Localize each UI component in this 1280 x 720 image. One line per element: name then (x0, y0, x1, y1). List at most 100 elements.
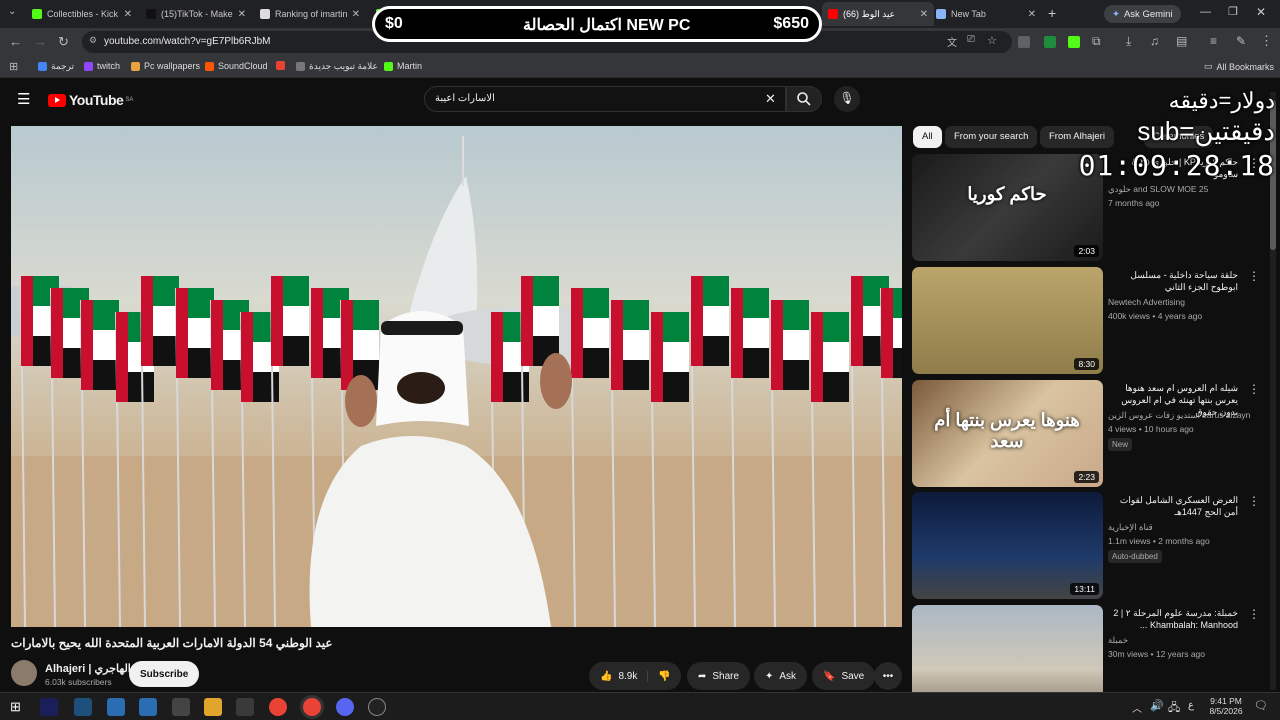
extension-icon[interactable] (1068, 36, 1080, 48)
new-tab-button[interactable]: + (1048, 5, 1056, 21)
extension-icon[interactable] (1018, 36, 1030, 48)
apps-grid-icon[interactable]: ⊞ (9, 60, 18, 73)
all-bookmarks-button[interactable]: ▭ All Bookmarks (1204, 61, 1274, 72)
subscribe-button[interactable]: Subscribe (129, 661, 200, 687)
filter-chip[interactable]: All (913, 126, 942, 148)
recommendation-title[interactable]: حلقة سياحة داخلية - مسلسل ابوطوح الجزء ا… (1108, 269, 1238, 293)
recommendation-channel[interactable]: حلودي and SLOW MOE 25 (1108, 184, 1208, 195)
guide-menu-icon[interactable]: ☰ (17, 90, 30, 108)
profile-icon[interactable]: ✎ (1236, 34, 1246, 48)
site-info-icon[interactable]: ⚙ (89, 35, 97, 46)
browser-tab[interactable]: (15)TikTok - Make ✕ (140, 2, 252, 26)
bookmark-item[interactable]: Pc wallpapers (131, 61, 200, 71)
minimize-button[interactable]: — (1200, 6, 1211, 18)
channel-avatar[interactable] (11, 660, 37, 686)
recommendation-item[interactable]: 8:30 حلقة سياحة داخلية - مسلسل ابوطوح الج… (912, 267, 1262, 375)
browser-tab[interactable]: Ranking of imartin ✕ (254, 2, 366, 26)
video-thumbnail[interactable]: 8:30 (912, 267, 1103, 374)
recommendation-item[interactable]: هنوها يعرس بنتها أم سعد 2:23 شيله ام العرو… (912, 380, 1262, 488)
bookmark-star-icon[interactable]: ☆ (987, 34, 997, 47)
store-bag-icon[interactable] (236, 698, 254, 716)
app-icon[interactable] (172, 698, 190, 716)
app-v-icon[interactable] (74, 698, 92, 716)
recommendation-title[interactable]: خمبلة: مدرسة علوم المرحلة ٢ | 2 Khambala… (1108, 607, 1238, 631)
close-tab-icon[interactable]: ✕ (238, 9, 246, 20)
close-window-button[interactable]: ✕ (1256, 5, 1266, 19)
file-explorer-icon[interactable] (204, 698, 222, 716)
browser-tab[interactable]: Collectibles - Kick ✕ (26, 2, 138, 26)
search-input[interactable]: الاسارات اعيبة ✕ (424, 86, 786, 112)
bookmark-item[interactable] (276, 61, 289, 70)
dislike-button[interactable]: 👎 (648, 671, 670, 682)
tab-groups-icon[interactable]: ≡ (1210, 34, 1217, 48)
bookmark-favicon-icon (38, 62, 47, 71)
obs-icon[interactable] (368, 698, 386, 716)
calculator-icon[interactable] (107, 698, 125, 716)
tray-chevron-icon[interactable]: ︿ (1132, 700, 1142, 715)
reload-icon[interactable]: ↻ (58, 34, 69, 50)
store-icon[interactable] (139, 698, 157, 716)
volume-icon[interactable]: 🔊 (1150, 699, 1164, 712)
cast-icon[interactable]: ⎚ (967, 34, 975, 45)
recommendation-channel[interactable]: خمبلة (1108, 635, 1128, 646)
chrome-active-icon[interactable] (303, 698, 321, 716)
recommendation-channel[interactable]: Newtech Advertising (1108, 297, 1185, 307)
browser-tab[interactable]: (66) عيد الوط ✕ (822, 2, 934, 26)
clear-search-icon[interactable]: ✕ (765, 91, 776, 107)
more-vertical-icon[interactable]: ⋮ (1248, 494, 1260, 508)
notifications-icon[interactable]: 🗨 (1254, 699, 1268, 712)
restore-button[interactable]: ❐ (1228, 5, 1238, 18)
youtube-logo[interactable]: YouTube SA (48, 92, 133, 108)
discord-icon[interactable] (336, 698, 354, 716)
close-tab-icon[interactable]: ✕ (352, 9, 360, 20)
video-player[interactable] (11, 126, 902, 627)
like-button[interactable]: 👍 8.9k (600, 670, 649, 682)
rate-dollar-text: دولار=دقيقه (1168, 88, 1275, 113)
more-vertical-icon[interactable]: ⋮ (1248, 607, 1260, 621)
close-tab-icon[interactable]: ✕ (1028, 9, 1036, 20)
recommendation-channel[interactable]: استديو زفات عروس الزين earus alzayn (1108, 410, 1250, 421)
channel-name[interactable]: Alhajeri | الهاجري (45, 662, 131, 675)
bookmark-item[interactable]: ترجمة (38, 61, 74, 72)
goal-label: NEW PC اكتمال الحصالة (523, 17, 691, 34)
search-button[interactable] (786, 86, 822, 112)
more-vertical-icon[interactable]: ⋮ (1248, 269, 1260, 283)
input-language[interactable]: ع (1188, 700, 1194, 711)
extensions-puzzle-icon[interactable]: ⧉ (1092, 34, 1101, 49)
back-icon[interactable]: ← (9, 34, 22, 49)
media-icon[interactable]: ♫ (1150, 34, 1159, 48)
close-tab-icon[interactable]: ✕ (124, 9, 132, 20)
bookmark-item[interactable]: علامة تبويب جديدة (296, 61, 378, 72)
tab-label: (66) عيد الوط (843, 8, 896, 19)
recommendation-item[interactable]: 13:11 العرض العسكري الشامل لقوات أمن الحج… (912, 492, 1262, 600)
video-thumbnail[interactable]: هنوها يعرس بنتها أم سعد 2:23 (912, 380, 1103, 487)
bookmark-item[interactable]: twitch (84, 61, 120, 71)
recommendation-channel[interactable]: قناة الإخبارية (1108, 522, 1153, 533)
bookmark-item[interactable]: SoundCloud (205, 61, 268, 71)
tab-search-icon[interactable]: ⌄ (8, 6, 16, 17)
network-icon[interactable]: 🖧 (1168, 699, 1180, 718)
download-icon[interactable]: ⤓ (1126, 34, 1131, 49)
recommendation-title[interactable]: العرض العسكري الشامل لقوات أمن الحج 1447… (1108, 494, 1238, 518)
chrome-icon[interactable] (269, 698, 287, 716)
windows-start-icon[interactable]: ⊞ (10, 699, 21, 715)
voice-search-button[interactable]: 🎙 (834, 86, 860, 112)
ask-button[interactable]: ✦ Ask (754, 662, 808, 690)
filter-chip[interactable]: From your search (945, 126, 1038, 148)
video-thumbnail[interactable]: 13:11 (912, 492, 1103, 599)
share-button[interactable]: ➦ Share (687, 662, 751, 690)
after-effects-icon[interactable] (40, 698, 58, 716)
extension-icon[interactable] (1044, 36, 1056, 48)
sidebar-icon[interactable]: ▤ (1176, 34, 1187, 48)
translate-icon[interactable]: 文 (947, 34, 957, 49)
more-actions-button[interactable]: ••• (874, 662, 902, 690)
clock[interactable]: 9:41 PM 8/5/2026 (1204, 696, 1248, 716)
ask-gemini-button[interactable]: ✦ Ask Gemini (1104, 5, 1181, 23)
bookmark-item[interactable]: Martin (384, 61, 422, 71)
forward-icon[interactable]: → (34, 34, 47, 49)
more-vertical-icon[interactable]: ⋮ (1248, 382, 1260, 396)
browser-tab[interactable]: New Tab ✕ (930, 2, 1042, 26)
save-button[interactable]: 🔖 Save (812, 662, 876, 690)
close-tab-icon[interactable]: ✕ (920, 9, 928, 20)
menu-kebab-icon[interactable]: ⋮ (1260, 33, 1273, 49)
